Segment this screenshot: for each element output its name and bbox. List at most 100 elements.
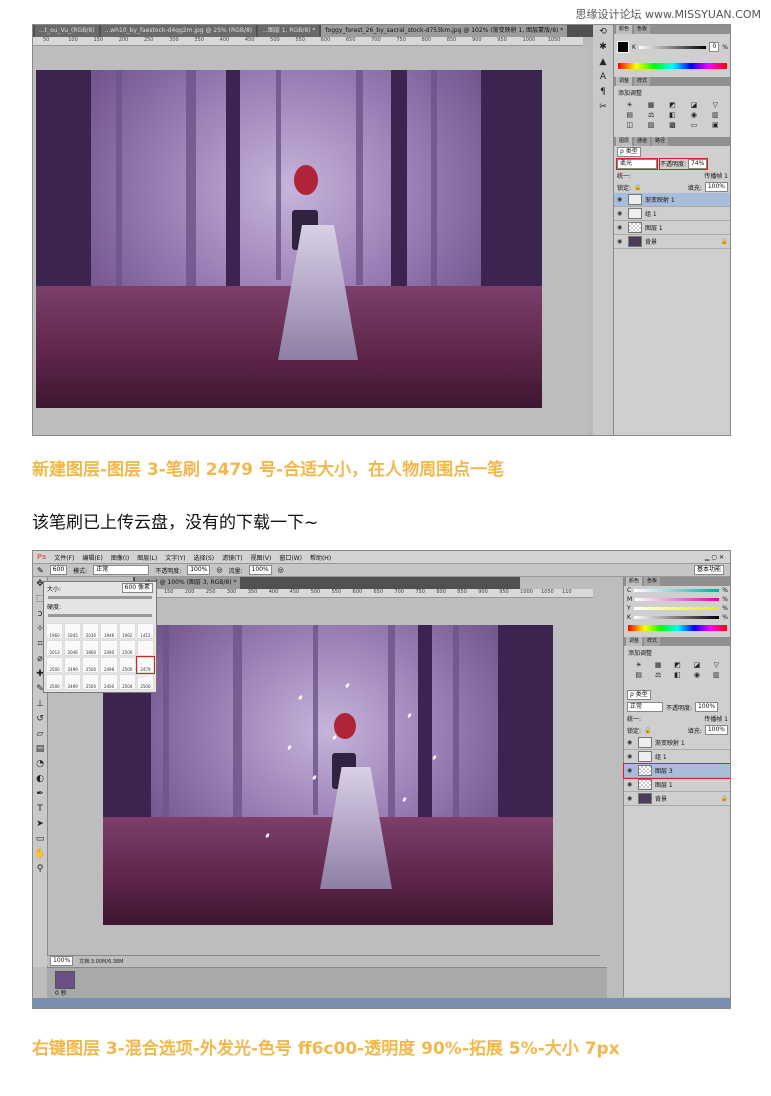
brush-preset[interactable]: 1845 (64, 623, 82, 639)
tab-styles[interactable]: 样式 (644, 637, 661, 646)
c-slider[interactable] (634, 589, 720, 592)
brush-preset[interactable]: 2498 (100, 657, 118, 673)
brush-preset[interactable]: 1960 (46, 623, 64, 639)
tab-channels[interactable]: 通道 (634, 137, 651, 146)
brush-preset[interactable]: 2500 (118, 657, 136, 673)
opacity-field[interactable]: 100% (695, 702, 719, 712)
history-icon[interactable]: ⟲ (593, 25, 613, 40)
menu-item[interactable]: 视图(V) (251, 553, 272, 562)
zoom-icon[interactable]: ⚲ (33, 862, 47, 877)
visibility-eye-icon[interactable]: ◉ (617, 238, 625, 245)
visibility-eye-icon[interactable]: ◉ (617, 210, 625, 217)
bw-icon[interactable]: ◧ (663, 111, 682, 119)
brush-preset[interactable]: 2490 (100, 640, 118, 656)
pressure-opacity-icon[interactable]: ◎ (216, 566, 222, 574)
propagate-checkbox[interactable]: 传播帧 1 (704, 171, 728, 180)
layer-row[interactable]: ◉ 组 1 (624, 750, 730, 764)
layer-row[interactable]: ◉ 组 1 (614, 207, 730, 221)
brush-preset[interactable]: 2499 (64, 657, 82, 673)
layer-row[interactable]: ◉ 图层 3 (623, 763, 730, 779)
levels-icon[interactable]: ▦ (641, 101, 660, 109)
eraser-icon[interactable]: ▱ (33, 727, 47, 742)
hand-icon[interactable]: ✋ (33, 847, 47, 862)
menu-item[interactable]: 图像(I) (111, 553, 129, 562)
visibility-eye-icon[interactable]: ◉ (617, 196, 625, 203)
brush-preset[interactable]: 2500 (46, 674, 64, 690)
gradient-map-icon[interactable]: ▭ (684, 121, 703, 129)
character-icon[interactable]: A (593, 70, 613, 85)
brush-preset[interactable]: 2500 (46, 657, 64, 673)
photo-filter-icon[interactable]: ◉ (688, 671, 705, 679)
hue-icon[interactable]: ▤ (620, 111, 639, 119)
shape-icon[interactable]: ▭ (33, 832, 47, 847)
menu-item[interactable]: 窗口(W) (279, 553, 302, 562)
layer-row[interactable]: ◉ 渐变映射 1 (614, 193, 730, 207)
hardness-slider[interactable] (48, 614, 152, 617)
threshold-icon[interactable]: ▩ (663, 121, 682, 129)
selective-color-icon[interactable]: ▣ (706, 121, 725, 129)
menu-item[interactable]: 编辑(E) (82, 553, 102, 562)
stamp-icon[interactable]: ⊥ (33, 697, 47, 712)
tab-adjustments[interactable]: 调整 (626, 637, 643, 646)
type-icon[interactable]: T (33, 802, 47, 817)
brush-preset[interactable]: 2500 (82, 674, 100, 690)
brush-preset[interactable]: 2500 (118, 640, 136, 656)
exposure-icon[interactable]: ◪ (688, 661, 705, 669)
blur-icon[interactable]: ◔ (33, 757, 47, 772)
m-slider[interactable] (635, 598, 720, 601)
clone-source-icon[interactable]: ▲ (593, 55, 613, 70)
frame-thumb[interactable] (55, 971, 75, 989)
gradient-icon[interactable]: ▤ (33, 742, 47, 757)
levels-icon[interactable]: ▦ (649, 661, 666, 669)
visibility-eye-icon[interactable]: ◉ (627, 739, 635, 746)
history-brush-icon[interactable]: ↺ (33, 712, 47, 727)
workspace-select[interactable]: 基本功能 (693, 565, 724, 575)
bw-icon[interactable]: ◧ (669, 671, 686, 679)
flow-field[interactable]: 100% (248, 565, 272, 575)
brush-size-field[interactable]: 600 像素 (121, 583, 153, 593)
opacity-field[interactable]: 100% (187, 565, 211, 575)
tab-adjustments[interactable]: 调整 (616, 77, 633, 86)
lock-icon[interactable]: 🔒 (634, 184, 641, 191)
blend-mode-select[interactable]: 柔光 (616, 158, 658, 170)
airbrush-icon[interactable]: ◎ (278, 566, 284, 574)
blend-mode-select[interactable]: 正常 (627, 702, 663, 712)
fill-field[interactable]: 100% (704, 725, 728, 735)
vibrance-icon[interactable]: ▽ (706, 101, 725, 109)
brush-preset[interactable]: 2500 (136, 674, 154, 690)
brush-preset[interactable]: 1412 (136, 623, 154, 639)
layer-row[interactable]: ◉ 图层 1 (614, 221, 730, 235)
color-spectrum[interactable] (628, 625, 727, 631)
k-value[interactable]: 0 (709, 42, 720, 52)
invert-icon[interactable]: ◫ (620, 121, 639, 129)
mode-select[interactable]: 正常 (93, 565, 150, 575)
curves-icon[interactable]: ◩ (669, 661, 686, 669)
window-controls[interactable]: ▁ ▢ ✕ (705, 554, 730, 561)
frame-delay[interactable]: 0 秒 (55, 988, 67, 997)
brush-preset[interactable]: 1962 (118, 623, 136, 639)
brightness-icon[interactable]: ☀ (620, 101, 639, 109)
visibility-eye-icon[interactable]: ◉ (617, 224, 625, 231)
brush-preset[interactable]: 2479 (135, 656, 155, 674)
tools-icon[interactable]: ✂ (593, 100, 613, 115)
layer-row[interactable]: ◉ 图层 1 (624, 778, 730, 792)
balance-icon[interactable]: ⚖ (641, 111, 660, 119)
brush-preset[interactable]: 2504 (118, 674, 136, 690)
exposure-icon[interactable]: ◪ (684, 101, 703, 109)
tab-styles[interactable]: 样式 (634, 77, 651, 86)
brightness-icon[interactable]: ☀ (630, 661, 647, 669)
zoom-field[interactable]: 100% (50, 956, 74, 966)
brush-settings-icon[interactable]: ✱ (593, 40, 613, 55)
paragraph-icon[interactable]: ¶ (593, 85, 613, 100)
mixer-icon[interactable]: ▥ (706, 111, 725, 119)
visibility-eye-icon[interactable]: ◉ (627, 767, 635, 774)
tab-swatches[interactable]: 色板 (644, 577, 661, 586)
layer-filter[interactable]: ρ 类型 (627, 690, 651, 700)
menu-item[interactable]: 帮助(H) (310, 553, 331, 562)
tab-paths[interactable]: 路径 (652, 137, 669, 146)
doc-tab[interactable]: ...图层 1, RGB/8) * (258, 25, 320, 37)
visibility-eye-icon[interactable]: ◉ (627, 795, 635, 802)
layer-row[interactable]: ◉ 渐变映射 1 (624, 736, 730, 750)
k-slider[interactable] (638, 45, 707, 49)
visibility-eye-icon[interactable]: ◉ (627, 781, 635, 788)
